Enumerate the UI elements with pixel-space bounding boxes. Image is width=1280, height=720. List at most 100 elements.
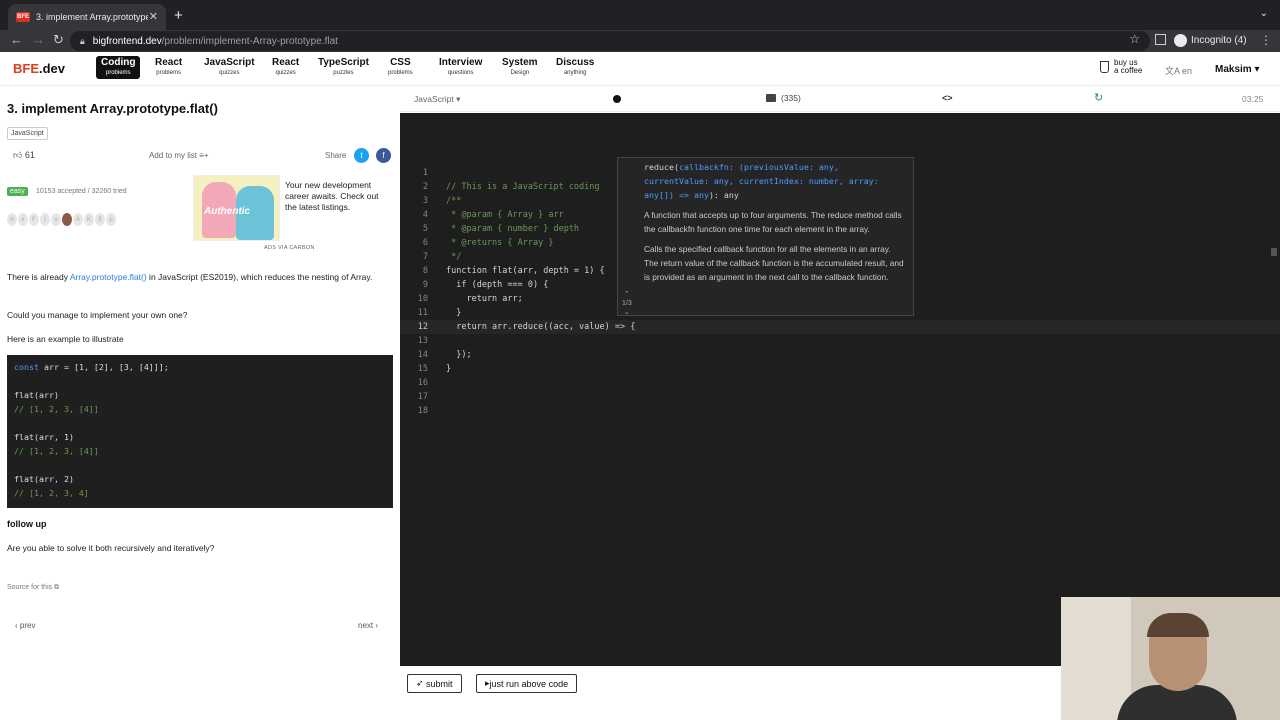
language-select[interactable]: 文A en xyxy=(1165,64,1192,77)
editor-line[interactable]: 14 }); xyxy=(400,348,1280,362)
code-line: flat(arr, 2) xyxy=(14,474,74,484)
nav-typescript-puzzles[interactable]: TypeScript puzzles xyxy=(318,58,369,77)
nav-system-design[interactable]: System Design xyxy=(502,58,538,77)
tab-search-icon[interactable]: ⌄ xyxy=(1260,8,1268,19)
logo-prefix: BFE xyxy=(13,61,39,76)
buy-coffee-link[interactable]: buy us a coffee xyxy=(1100,59,1142,75)
code-blank xyxy=(14,416,386,430)
add-to-list-button[interactable]: Add to my list ≡+ xyxy=(149,151,209,160)
browser-tab-bar: BFE 3. implement Array.prototype.f ✕ + ⌄ xyxy=(0,0,1280,30)
nav-sub: questions xyxy=(447,70,474,76)
nav-discuss[interactable]: Discuss anything xyxy=(556,58,594,77)
scrollbar-marker[interactable] xyxy=(1271,248,1277,256)
line-text: // This is a JavaScript coding xyxy=(446,182,600,192)
problem-panel: 3. implement Array.prototype.flat() Java… xyxy=(0,87,400,720)
solver-avatar[interactable] xyxy=(62,213,72,226)
webcam-door xyxy=(1061,597,1131,720)
browser-menu-icon[interactable]: ⋮ xyxy=(1260,33,1272,47)
ad-image[interactable]: Authentic xyxy=(193,175,280,241)
line-text: } xyxy=(446,308,462,318)
question-paragraph: Could you manage to implement your own o… xyxy=(7,310,188,320)
language-tag[interactable]: JavaScript xyxy=(7,127,48,140)
submit-label: submit xyxy=(426,678,453,689)
facebook-share-icon[interactable]: f xyxy=(376,148,391,163)
line-number: 12 xyxy=(417,322,428,332)
prev-button[interactable]: ‹ prev xyxy=(15,621,35,630)
bookmark-star-icon[interactable]: ☆ xyxy=(1129,32,1140,46)
editor-line[interactable]: 16 xyxy=(400,376,1280,390)
run-code-button[interactable]: ▸ just run above code xyxy=(476,674,578,693)
solver-avatar[interactable]: x xyxy=(18,213,28,226)
forward-icon[interactable]: → xyxy=(32,32,45,47)
solver-avatar[interactable]: A xyxy=(73,213,83,226)
user-menu[interactable]: Maksim ▾ xyxy=(1215,64,1260,75)
address-bar-row: ← → ↻ 🔒︎ bigfrontend.dev/problem/impleme… xyxy=(0,30,1280,52)
solver-avatars: b x F I x A K 5 p xyxy=(7,213,116,226)
line-number: 3 xyxy=(422,196,428,206)
nav-sub: anything xyxy=(563,70,587,76)
nav-label: Interview xyxy=(439,57,483,68)
line-text: * @returns { Array } xyxy=(446,238,554,248)
language-label: en xyxy=(1182,66,1193,76)
solver-avatar[interactable]: 5 xyxy=(95,213,105,226)
solver-avatar[interactable]: b xyxy=(7,213,17,226)
solver-avatar[interactable]: K xyxy=(84,213,94,226)
url-field[interactable]: 🔒︎ bigfrontend.dev/problem/implement-Arr… xyxy=(70,31,1150,51)
close-tab-icon[interactable]: ✕ xyxy=(149,10,158,23)
discussion-button[interactable]: (335) xyxy=(766,93,801,103)
mdn-link[interactable]: Array.prototype.flat() xyxy=(70,272,147,282)
source-link[interactable]: Source for this ⧉ xyxy=(7,584,59,592)
nav-javascript-quizzes[interactable]: JavaScript quizzes xyxy=(204,58,255,77)
nav-coding-problems[interactable]: Coding problems xyxy=(96,56,141,79)
code-keyword: const xyxy=(14,362,39,372)
nav-interview-questions[interactable]: Interview questions xyxy=(439,57,483,77)
ad-carbon-link[interactable]: ADS VIA CARBON xyxy=(264,245,315,251)
line-number: 14 xyxy=(417,350,428,360)
editor-line[interactable]: 13 xyxy=(400,334,1280,348)
solver-avatar[interactable]: F xyxy=(29,213,39,226)
desc-text: in JavaScript (ES2019), which reduces th… xyxy=(146,272,373,282)
nav-css-problems[interactable]: CSS problems xyxy=(388,57,413,77)
like-button[interactable]: 👍︎ 61 xyxy=(13,150,35,161)
add-to-list-label: Add to my list xyxy=(149,151,198,160)
editor-line[interactable]: 18 xyxy=(400,404,1280,418)
editor-line[interactable]: 17 xyxy=(400,390,1280,404)
editor-line[interactable]: 15} xyxy=(400,362,1280,376)
editor-line[interactable]: 12 return arr.reduce((acc, value) => { xyxy=(400,320,1280,334)
twitter-share-icon[interactable]: t xyxy=(354,148,369,163)
nav-label: CSS xyxy=(390,57,411,68)
site-nav: BFE.dev Coding problems React problems Jav… xyxy=(0,52,1280,86)
code-line: flat(arr, 1) xyxy=(14,432,74,442)
next-button[interactable]: next › xyxy=(358,621,378,630)
back-icon[interactable]: ← xyxy=(10,32,23,47)
like-count: 61 xyxy=(24,150,35,160)
browser-tab[interactable]: BFE 3. implement Array.prototype.f ✕ xyxy=(8,4,166,30)
nav-react-problems[interactable]: React problems xyxy=(155,58,182,77)
nav-react-quizzes[interactable]: React quizzes xyxy=(272,58,299,77)
chevron-down-icon[interactable]: ⌄ xyxy=(622,308,632,317)
url-host: bigfrontend.dev xyxy=(92,35,162,47)
problem-title: 3. implement Array.prototype.flat() xyxy=(7,101,218,116)
submit-button[interactable]: ➶ submit xyxy=(407,674,462,693)
chevron-up-icon[interactable]: ⌃ xyxy=(622,290,632,299)
logo-suffix: .dev xyxy=(39,61,66,76)
language-dropdown[interactable]: JavaScript ▾ xyxy=(414,94,460,105)
line-number: 11 xyxy=(417,308,428,318)
solver-avatar[interactable]: I xyxy=(40,213,50,226)
side-panel-icon[interactable] xyxy=(1155,34,1166,45)
new-tab-icon[interactable]: + xyxy=(174,7,183,24)
code-comment: // [1, 2, 3, [4]] xyxy=(14,404,99,414)
external-link-icon: ⧉ xyxy=(54,584,60,591)
solver-avatar[interactable]: p xyxy=(106,213,116,226)
overload-pager[interactable]: ⌃ 1/3 ⌄ xyxy=(622,290,632,317)
desc-text: There is already xyxy=(7,272,70,282)
site-logo[interactable]: BFE.dev xyxy=(13,61,65,76)
ad-text[interactable]: Your new development career awaits. Chec… xyxy=(285,180,390,213)
reload-icon[interactable]: ↻ xyxy=(53,32,64,48)
timer[interactable]: 03:25 xyxy=(1242,94,1263,104)
solver-avatar[interactable]: x xyxy=(51,213,61,226)
profile-button[interactable]: Incognito (4) xyxy=(1174,34,1247,47)
format-code-button[interactable]: <> xyxy=(942,93,953,103)
code-comment: // [1, 2, 3, [4]] xyxy=(14,446,99,456)
reset-code-icon[interactable]: ↻ xyxy=(1094,91,1103,104)
